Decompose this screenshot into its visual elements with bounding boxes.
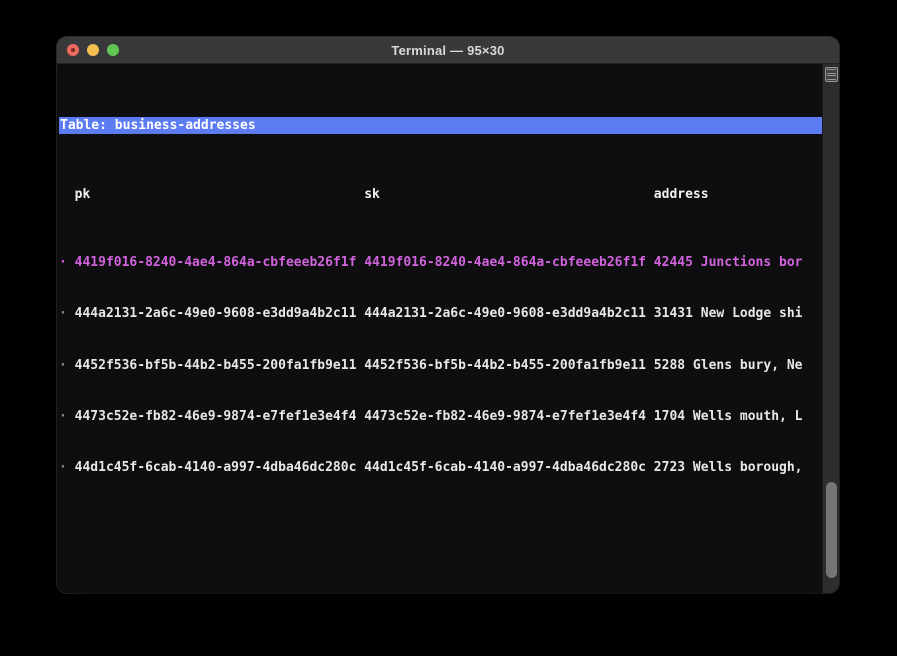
table-row[interactable]: · 44d1c45f-6cab-4140-a997-4dba46dc280c 4… (59, 459, 822, 476)
window-titlebar[interactable]: Terminal — 95×30 (57, 37, 839, 64)
row-marker-icon: · (59, 459, 75, 476)
terminal-content: Table: business-addresses pk sk address … (57, 64, 839, 593)
window-title: Terminal — 95×30 (391, 43, 504, 58)
minimize-button[interactable] (87, 44, 99, 56)
table-row[interactable]: · 444a2131-2a6c-49e0-9608-e3dd9a4b2c11 4… (59, 305, 822, 322)
cell-sk: 44d1c45f-6cab-4140-a997-4dba46dc280c (364, 459, 654, 476)
table-row[interactable]: · 4473c52e-fb82-46e9-9874-e7fef1e3e4f4 4… (59, 408, 822, 425)
empty-terminal-area (59, 528, 822, 593)
unsaved-dot-icon (71, 48, 75, 52)
row-marker-icon: · (59, 305, 75, 322)
cell-address: 31431 New Lodge shi (654, 305, 822, 322)
cell-address: 1704 Wells mouth, L (654, 408, 822, 425)
cell-address: 5288 Glens bury, Ne (654, 357, 822, 374)
cell-sk: 444a2131-2a6c-49e0-9608-e3dd9a4b2c11 (364, 305, 654, 322)
table-row[interactable]: · 4419f016-8240-4ae4-864a-cbfeeeb26f1f 4… (59, 254, 822, 271)
cell-address: 2723 Wells borough, (654, 459, 822, 476)
cell-sk: 4473c52e-fb82-46e9-9874-e7fef1e3e4f4 (364, 408, 654, 425)
cell-address: 42445 Junctions bor (654, 254, 822, 271)
row-marker-icon: · (59, 357, 75, 374)
cell-pk: 44d1c45f-6cab-4140-a997-4dba46dc280c (75, 459, 365, 476)
traffic-lights (67, 37, 119, 63)
terminal-screen: Table: business-addresses pk sk address … (57, 64, 822, 593)
column-header-pk: pk (75, 186, 365, 203)
column-header-address: address (654, 186, 822, 203)
cell-pk: 4419f016-8240-4ae4-864a-cbfeeeb26f1f (75, 254, 365, 271)
row-marker-icon: · (59, 254, 75, 271)
row-marker-icon: · (59, 408, 75, 425)
cell-sk: 4452f536-bf5b-44b2-b455-200fa1fb9e11 (364, 357, 654, 374)
cell-pk: 4452f536-bf5b-44b2-b455-200fa1fb9e11 (75, 357, 365, 374)
maximize-button[interactable] (107, 44, 119, 56)
column-header-sk: sk (364, 186, 654, 203)
scrollbar-track[interactable] (822, 64, 839, 593)
table-title-bar: Table: business-addresses (59, 117, 822, 134)
cell-pk: 4473c52e-fb82-46e9-9874-e7fef1e3e4f4 (75, 408, 365, 425)
scrollbar-thumb[interactable] (826, 482, 837, 578)
terminal-window: Terminal — 95×30 Table: business-address… (57, 37, 839, 593)
split-pane-icon[interactable] (825, 67, 838, 82)
table-header-row: pk sk address (59, 186, 822, 203)
cell-pk: 444a2131-2a6c-49e0-9608-e3dd9a4b2c11 (75, 305, 365, 322)
cell-sk: 4419f016-8240-4ae4-864a-cbfeeeb26f1f (364, 254, 654, 271)
table-row[interactable]: · 4452f536-bf5b-44b2-b455-200fa1fb9e11 4… (59, 357, 822, 374)
table-title: Table: business-addresses (60, 118, 256, 133)
close-button[interactable] (67, 44, 79, 56)
